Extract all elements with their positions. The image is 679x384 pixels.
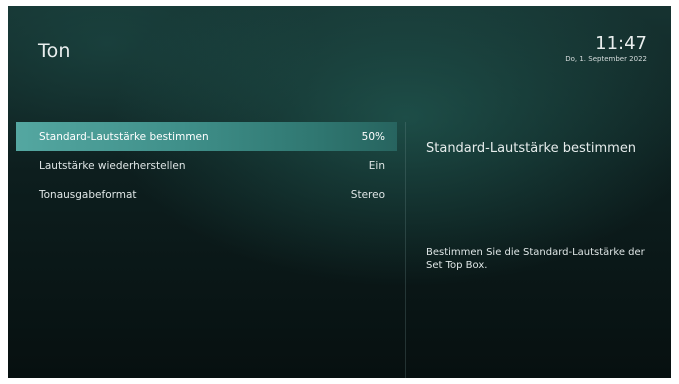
tv-screen: Ton 11:47 Do, 1. September 2022 Standard…	[8, 6, 671, 378]
info-description: Bestimmen Sie die Standard-Lautstärke de…	[426, 247, 645, 271]
setting-row-restore-volume[interactable]: Lautstärke wiederherstellen Ein	[16, 151, 397, 180]
clock: 11:47 Do, 1. September 2022	[565, 34, 647, 64]
info-title: Standard-Lautstärke bestimmen	[426, 141, 637, 156]
setting-row-default-volume[interactable]: Standard-Lautstärke bestimmen 50%	[16, 122, 397, 151]
setting-value: Ein	[368, 159, 385, 172]
setting-label: Lautstärke wiederherstellen	[39, 159, 186, 172]
clock-date: Do, 1. September 2022	[565, 55, 647, 63]
setting-label: Tonausgabeformat	[39, 188, 137, 201]
page-title: Ton	[38, 40, 71, 62]
clock-time: 11:47	[595, 33, 647, 54]
setting-label: Standard-Lautstärke bestimmen	[39, 130, 209, 143]
setting-value: Stereo	[350, 188, 385, 201]
panel-divider	[405, 122, 406, 378]
setting-row-audio-format[interactable]: Tonausgabeformat Stereo	[16, 180, 397, 209]
setting-value: 50%	[361, 130, 385, 143]
settings-list: Standard-Lautstärke bestimmen 50% Lautst…	[16, 122, 397, 209]
